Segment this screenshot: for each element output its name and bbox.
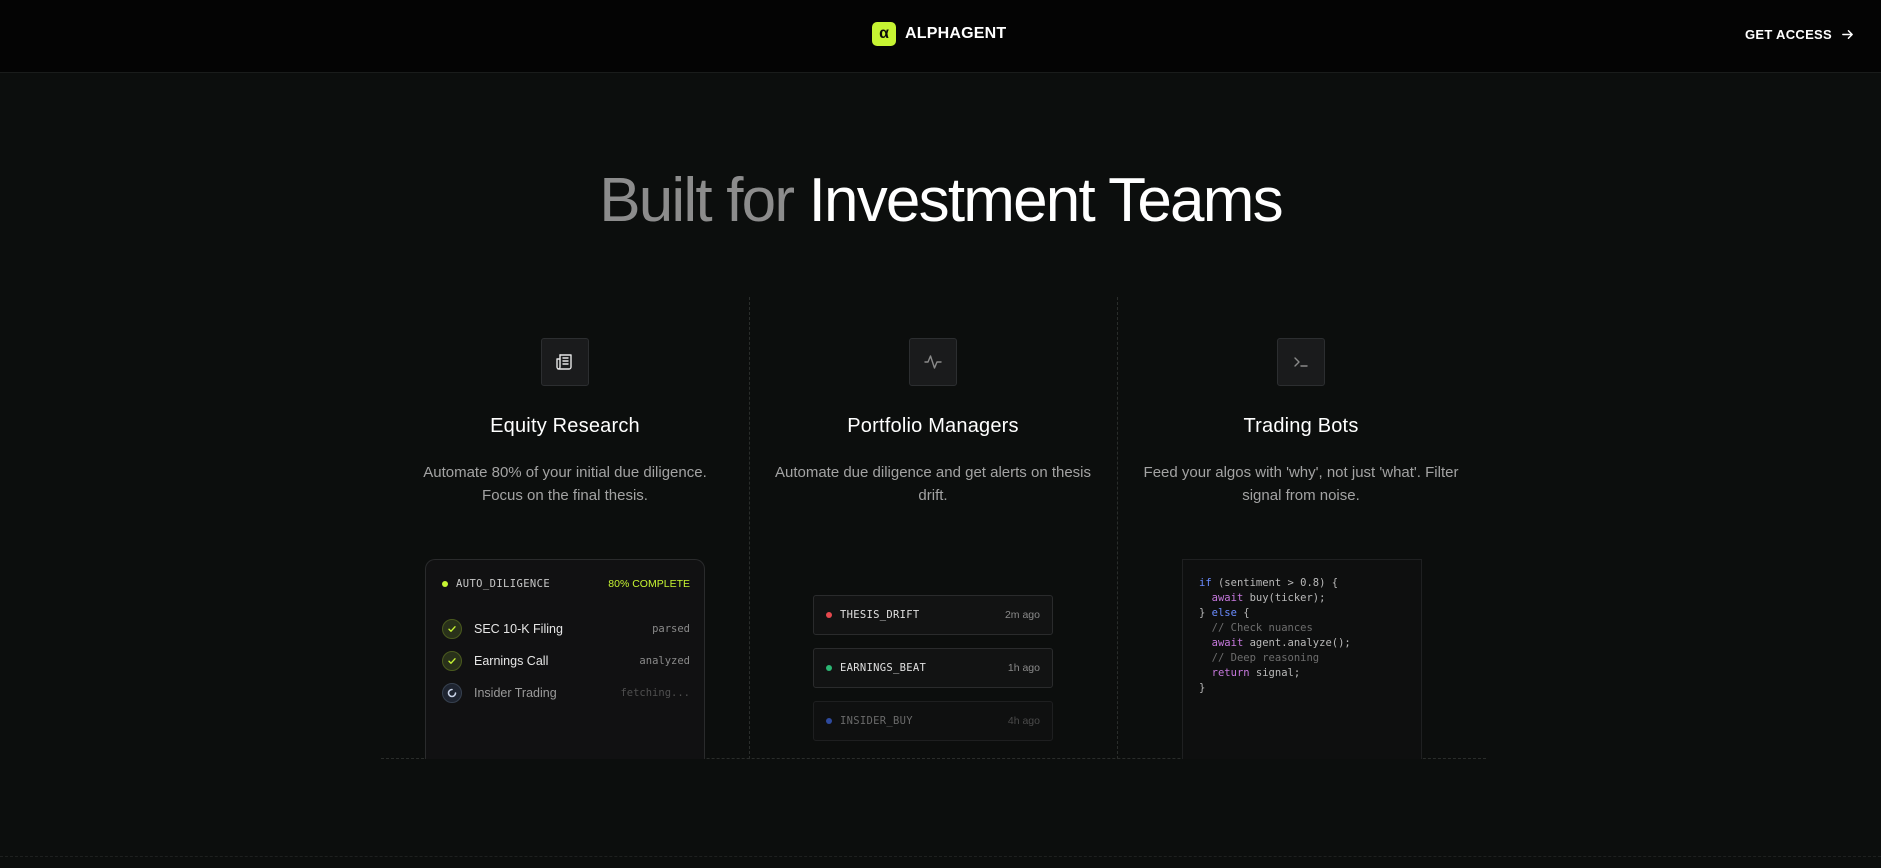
check-icon <box>442 651 462 671</box>
diligence-row-label: Earnings Call <box>474 654 549 668</box>
feature-icon-box <box>909 338 957 386</box>
get-access-label: GET ACCESS <box>1744 26 1832 42</box>
feature-title: Trading Bots <box>1243 415 1359 437</box>
alert-name: INSIDER_BUY <box>840 715 913 727</box>
feature-description: Automate due diligence and get alerts on… <box>774 464 1092 504</box>
column-divider <box>1117 297 1118 759</box>
brand-mark-icon: α <box>872 22 896 46</box>
green-dot-icon <box>826 665 832 671</box>
diligence-row-label: Insider Trading <box>474 686 557 700</box>
get-access-button[interactable]: GET ACCESS <box>1745 24 1854 44</box>
code-line: await buy(ticker); <box>1211 592 1326 604</box>
column-divider <box>749 297 750 759</box>
feature-title: Portfolio Managers <box>847 415 1019 437</box>
code-line: // Deep reasoning <box>1211 652 1320 664</box>
code-line: if (sentiment > 0.8) { <box>1199 577 1339 589</box>
alert-name: EARNINGS_BEAT <box>840 662 927 674</box>
auto-diligence-label: AUTO_DILIGENCE <box>456 578 551 590</box>
brand-name: ALPHAGENT <box>905 25 1007 42</box>
diligence-row: Insider Trading fetching... <box>442 683 690 703</box>
alert-time: 4h ago <box>1007 715 1040 727</box>
red-dot-icon <box>826 612 832 618</box>
auto-diligence-header: AUTO_DILIGENCE 80% COMPLETE <box>442 578 690 590</box>
diligence-row-state: parsed <box>652 623 690 635</box>
auto-diligence-card: AUTO_DILIGENCE 80% COMPLETE SEC 10-K Fil… <box>425 559 705 759</box>
alert-name: THESIS_DRIFT <box>840 609 920 621</box>
feature-description: Feed your algos with 'why', not just 'wh… <box>1143 464 1459 504</box>
code-line: } <box>1199 682 1206 694</box>
newspaper-icon <box>556 354 572 370</box>
diligence-row-state: analyzed <box>639 655 690 667</box>
brand-logo[interactable]: α ALPHAGENT <box>872 22 1006 46</box>
alert-item[interactable]: EARNINGS_BEAT 1h ago <box>813 648 1053 688</box>
alert-item[interactable]: THESIS_DRIFT 2m ago <box>813 595 1053 635</box>
loading-spinner-icon <box>442 683 462 703</box>
diligence-row: Earnings Call analyzed <box>442 651 690 671</box>
code-snippet-card: if (sentiment > 0.8) { await buy(ticker)… <box>1182 559 1422 759</box>
hero-title-muted: Built for <box>599 166 795 235</box>
hero-title-strong: Investment Teams <box>808 166 1284 235</box>
diligence-row: SEC 10-K Filing parsed <box>442 619 690 639</box>
terminal-icon <box>1294 357 1308 367</box>
code-line: } else { <box>1199 607 1250 619</box>
footer-divider <box>0 856 1881 857</box>
code-line: await agent.analyze(); <box>1211 637 1351 649</box>
code-line: return signal; <box>1211 667 1301 679</box>
check-icon <box>442 619 462 639</box>
feature-description: Automate 80% of your initial due diligen… <box>423 464 707 504</box>
top-navigation-bar: α ALPHAGENT GET ACCESS <box>0 0 1881 73</box>
arrow-right-icon <box>1842 29 1853 39</box>
code-line: // Check nuances <box>1211 622 1313 634</box>
status-dot-icon <box>442 581 448 587</box>
hero-title: Built for Investment Teams <box>0 163 1881 239</box>
alert-time: 2m ago <box>1004 609 1040 621</box>
diligence-row-state: fetching... <box>620 687 690 699</box>
diligence-row-label: SEC 10-K Filing <box>474 622 563 636</box>
feature-icon-box <box>541 338 589 386</box>
blue-dot-icon <box>826 718 832 724</box>
alert-time: 1h ago <box>1007 662 1040 674</box>
alert-item[interactable]: INSIDER_BUY 4h ago <box>813 701 1053 741</box>
feature-title: Equity Research <box>490 415 640 437</box>
feature-icon-box <box>1277 338 1325 386</box>
activity-pulse-icon <box>924 355 942 369</box>
progress-status: 80% COMPLETE <box>608 578 690 590</box>
